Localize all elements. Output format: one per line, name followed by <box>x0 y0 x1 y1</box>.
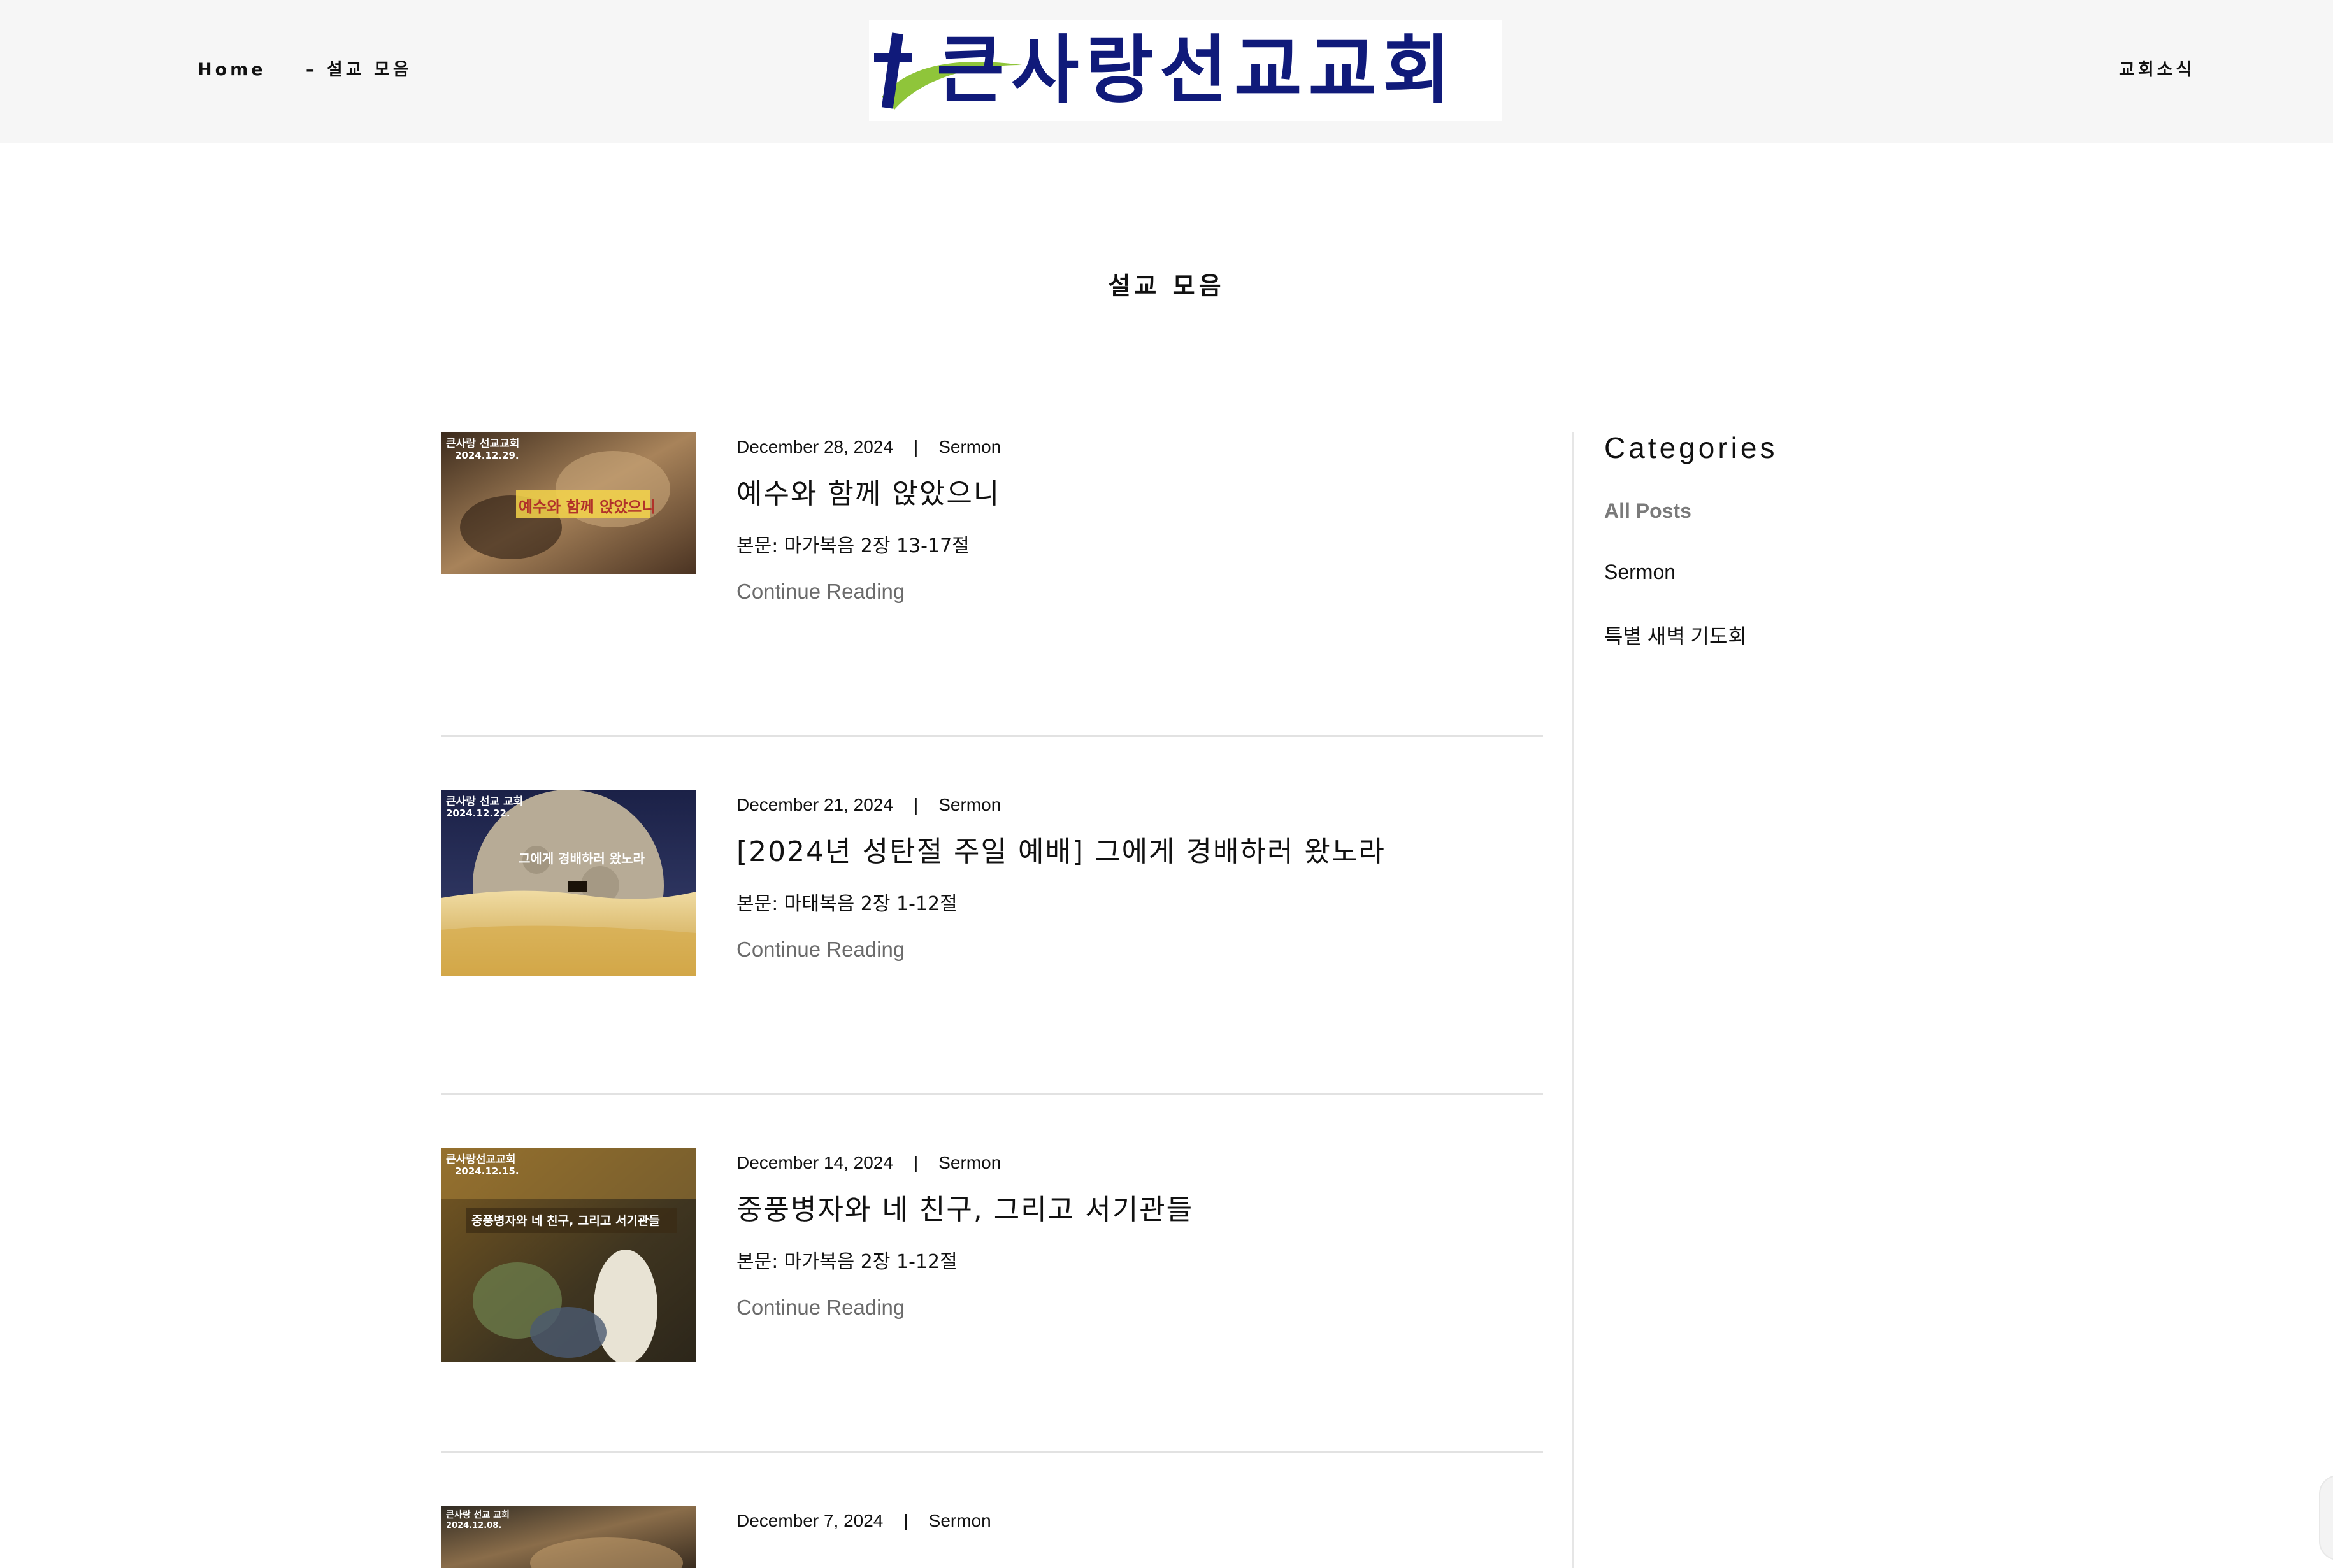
post-title[interactable]: 예수와 함께 앉았으니 <box>736 475 1000 513</box>
nav-sermons-link[interactable]: – 설교 모음 <box>306 57 412 83</box>
meta-separator: | <box>913 795 919 815</box>
post-divider <box>441 1093 1543 1095</box>
post-thumbnail[interactable]: 큰사랑 선교교회 2024.12.29. 예수와 함께 앉았으니 <box>441 432 696 574</box>
continue-reading-link[interactable]: Continue Reading <box>736 937 905 962</box>
nav-home-link[interactable]: Home <box>197 57 266 83</box>
category-sermon[interactable]: Sermon <box>1604 560 1676 584</box>
post-meta: December 7, 2024 | Sermon <box>736 1511 991 1531</box>
category-dawn-prayer[interactable]: 특별 새벽 기도회 <box>1604 620 1747 650</box>
post-thumbnail[interactable]: 큰사랑선교교회 2024.12.15. 중풍병자와 네 친구, 그리고 서기관들 <box>441 1148 696 1362</box>
thumb-church-name: 큰사랑 선교 교회 <box>446 795 524 808</box>
post-thumbnail[interactable]: 큰사랑 선교 교회 2024.12.22. 그에게 경배하러 왔노라 <box>441 790 696 976</box>
post-date: December 7, 2024 <box>736 1511 884 1530</box>
post-category[interactable]: Sermon <box>938 437 1001 457</box>
continue-reading-link[interactable]: Continue Reading <box>736 1295 905 1320</box>
nav-news-link[interactable]: 교회소식 <box>2119 57 2195 83</box>
post-scripture: 본문: 마태복음 2장 1-12절 <box>736 893 958 915</box>
church-logo[interactable]: 큰사랑선교교회 <box>869 20 1502 121</box>
thumb-date: 2024.12.29. <box>455 450 519 461</box>
post-item: 큰사랑 선교교회 2024.12.29. 예수와 함께 앉았으니 Decembe… <box>441 432 1543 674</box>
logo-text: 큰사랑선교교회 <box>937 27 1458 113</box>
page-title: 설교 모음 <box>1108 272 1225 300</box>
post-date: December 14, 2024 <box>736 1153 893 1172</box>
post-category[interactable]: Sermon <box>938 1153 1001 1172</box>
meta-separator: | <box>913 1153 919 1172</box>
site-header: Home – 설교 모음 큰사랑선교교회 교회소식 <box>0 0 2333 143</box>
thumb-church-name: 큰사랑선교교회 <box>446 1153 516 1166</box>
thumb-caption: 중풍병자와 네 친구, 그리고 서기관들 <box>471 1214 660 1228</box>
post-meta: December 28, 2024 | Sermon <box>736 437 1001 457</box>
thumb-caption: 예수와 함께 앉았으니 <box>519 498 656 516</box>
continue-reading-link[interactable]: Continue Reading <box>736 580 905 604</box>
sidebar-divider <box>1572 432 1574 1568</box>
categories-heading: Categories <box>1604 431 1778 464</box>
thumb-church-name: 큰사랑 선교교회 <box>446 438 520 450</box>
post-scripture: 본문: 마가복음 2장 1-12절 <box>736 1251 958 1273</box>
post-category[interactable]: Sermon <box>929 1511 991 1530</box>
post-divider <box>441 1451 1543 1453</box>
thumb-caption: 그에게 경배하러 왔노라 <box>519 851 645 866</box>
post-item: 큰사랑선교교회 2024.12.15. 중풍병자와 네 친구, 그리고 서기관들… <box>441 1148 1543 1390</box>
meta-separator: | <box>903 1511 908 1530</box>
post-scripture: 본문: 마가복음 2장 13-17절 <box>736 535 970 557</box>
chat-widget-button[interactable] <box>2319 1475 2333 1560</box>
painting-image <box>441 1148 696 1362</box>
post-divider <box>441 735 1543 737</box>
thumb-church-name: 큰사랑 선교 교회 <box>446 1510 510 1520</box>
post-category[interactable]: Sermon <box>938 795 1001 815</box>
thumb-date: 2024.12.08. <box>446 1521 502 1530</box>
thumb-date: 2024.12.22. <box>446 808 510 819</box>
post-title[interactable]: 중풍병자와 네 친구, 그리고 서기관들 <box>736 1191 1193 1229</box>
post-meta: December 21, 2024 | Sermon <box>736 795 1001 815</box>
meta-separator: | <box>913 437 919 457</box>
post-item: 큰사랑 선교 교회 2024.12.22. 그에게 경배하러 왔노라 Decem… <box>441 790 1543 1032</box>
post-date: December 28, 2024 <box>736 437 893 457</box>
post-item: 큰사랑 선교 교회 2024.12.08. December 7, 2024 | S… <box>441 1506 1543 1568</box>
thumb-date: 2024.12.15. <box>455 1165 519 1177</box>
category-all-posts[interactable]: All Posts <box>1604 499 1691 523</box>
post-title[interactable]: [2024년 성탄절 주일 예배] 그에게 경배하러 왔노라 <box>736 833 1386 871</box>
post-thumbnail[interactable]: 큰사랑 선교 교회 2024.12.08. <box>441 1506 696 1568</box>
post-meta: December 14, 2024 | Sermon <box>736 1153 1001 1173</box>
post-date: December 21, 2024 <box>736 795 893 815</box>
